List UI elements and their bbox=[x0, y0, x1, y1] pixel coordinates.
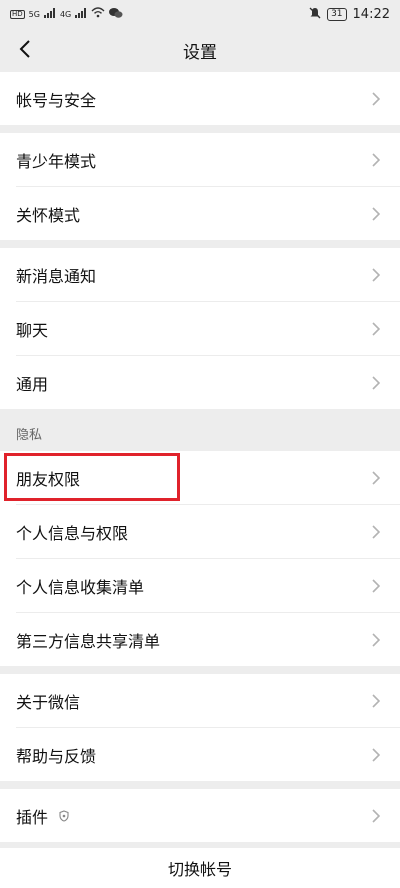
settings-item-label: 关于微信 bbox=[16, 692, 81, 712]
section-separator bbox=[0, 125, 400, 133]
settings-item-label: 聊天 bbox=[16, 320, 49, 340]
chevron-right-icon bbox=[368, 321, 384, 337]
shield-icon bbox=[58, 809, 70, 822]
chevron-right-icon bbox=[368, 524, 384, 540]
switch-account-button[interactable]: 切换帐号 bbox=[0, 848, 400, 888]
network-label-1: 5G bbox=[28, 9, 40, 19]
chevron-right-icon bbox=[368, 747, 384, 763]
chevron-right-icon bbox=[368, 578, 384, 594]
settings-item-label: 通用 bbox=[16, 374, 49, 394]
status-left: HD 5G 4G bbox=[10, 7, 123, 22]
settings-item-label: 关怀模式 bbox=[16, 205, 81, 225]
settings-item-label: 青少年模式 bbox=[16, 151, 97, 171]
group-plugins: 插件 bbox=[0, 789, 400, 842]
chevron-left-icon bbox=[19, 40, 30, 58]
chevron-right-icon bbox=[368, 693, 384, 709]
signal-icon-2 bbox=[75, 7, 87, 21]
settings-item-chat[interactable]: 聊天 bbox=[0, 302, 400, 355]
chevron-right-icon bbox=[368, 375, 384, 391]
back-button[interactable] bbox=[14, 38, 36, 60]
chevron-right-icon bbox=[368, 152, 384, 168]
settings-item-help-feedback[interactable]: 帮助与反馈 bbox=[0, 728, 400, 781]
settings-item-personal-info-collection[interactable]: 个人信息收集清单 bbox=[0, 559, 400, 612]
wifi-icon bbox=[91, 7, 105, 21]
highlight-box bbox=[4, 453, 180, 501]
settings-item-label: 个人信息收集清单 bbox=[16, 577, 145, 597]
settings-item-notifications[interactable]: 新消息通知 bbox=[0, 248, 400, 301]
battery-icon: 31 bbox=[327, 7, 347, 21]
settings-item-friend-permissions[interactable]: 朋友权限 bbox=[0, 451, 400, 504]
settings-item-label: 帐号与安全 bbox=[16, 90, 97, 110]
signal-icon-1 bbox=[43, 7, 56, 21]
section-label-privacy: 隐私 bbox=[16, 428, 43, 443]
chevron-right-icon bbox=[368, 91, 384, 107]
settings-item-personal-info-permissions[interactable]: 个人信息与权限 bbox=[0, 505, 400, 558]
settings-item-about-wechat[interactable]: 关于微信 bbox=[0, 674, 400, 727]
group-mode: 青少年模式 关怀模式 bbox=[0, 133, 400, 240]
settings-item-label: 插件 bbox=[16, 807, 49, 827]
settings-item-care-mode[interactable]: 关怀模式 bbox=[0, 187, 400, 240]
group-general: 新消息通知 聊天 通用 bbox=[0, 248, 400, 409]
settings-item-third-party-sharing[interactable]: 第三方信息共享清单 bbox=[0, 613, 400, 666]
status-right: 31 14:22 bbox=[309, 7, 390, 22]
settings-item-label: 帮助与反馈 bbox=[16, 746, 97, 766]
chevron-right-icon bbox=[368, 470, 384, 486]
chevron-right-icon bbox=[368, 267, 384, 283]
wechat-icon bbox=[109, 7, 123, 22]
chevron-right-icon bbox=[368, 808, 384, 824]
hd-badge-1: HD bbox=[10, 9, 25, 19]
battery-level: 31 bbox=[327, 7, 347, 21]
section-separator bbox=[0, 781, 400, 789]
page-title: 设置 bbox=[183, 42, 217, 63]
nav-bar: 设置 bbox=[0, 28, 400, 72]
settings-item-teen-mode[interactable]: 青少年模式 bbox=[0, 133, 400, 186]
settings-item-account-security[interactable]: 帐号与安全 bbox=[0, 72, 400, 125]
mute-icon bbox=[309, 7, 321, 22]
settings-item-label-wrap: 插件 bbox=[16, 804, 368, 828]
chevron-right-icon bbox=[368, 632, 384, 648]
status-bar: HD 5G 4G 31 14:22 bbox=[0, 0, 400, 28]
settings-item-label: 新消息通知 bbox=[16, 266, 97, 286]
network-label-2: 4G bbox=[59, 9, 72, 19]
section-separator bbox=[0, 666, 400, 674]
settings-item-label: 第三方信息共享清单 bbox=[16, 631, 161, 651]
settings-item-general[interactable]: 通用 bbox=[0, 356, 400, 409]
group-account: 帐号与安全 bbox=[0, 72, 400, 125]
group-privacy: 朋友权限 个人信息与权限 个人信息收集清单 第三方信息共享清单 bbox=[0, 451, 400, 666]
clock: 14:22 bbox=[352, 6, 390, 22]
section-separator bbox=[0, 240, 400, 248]
settings-item-plugins[interactable]: 插件 bbox=[0, 789, 400, 842]
group-about: 关于微信 帮助与反馈 bbox=[0, 674, 400, 781]
settings-item-label: 个人信息与权限 bbox=[16, 523, 129, 543]
chevron-right-icon bbox=[368, 206, 384, 222]
